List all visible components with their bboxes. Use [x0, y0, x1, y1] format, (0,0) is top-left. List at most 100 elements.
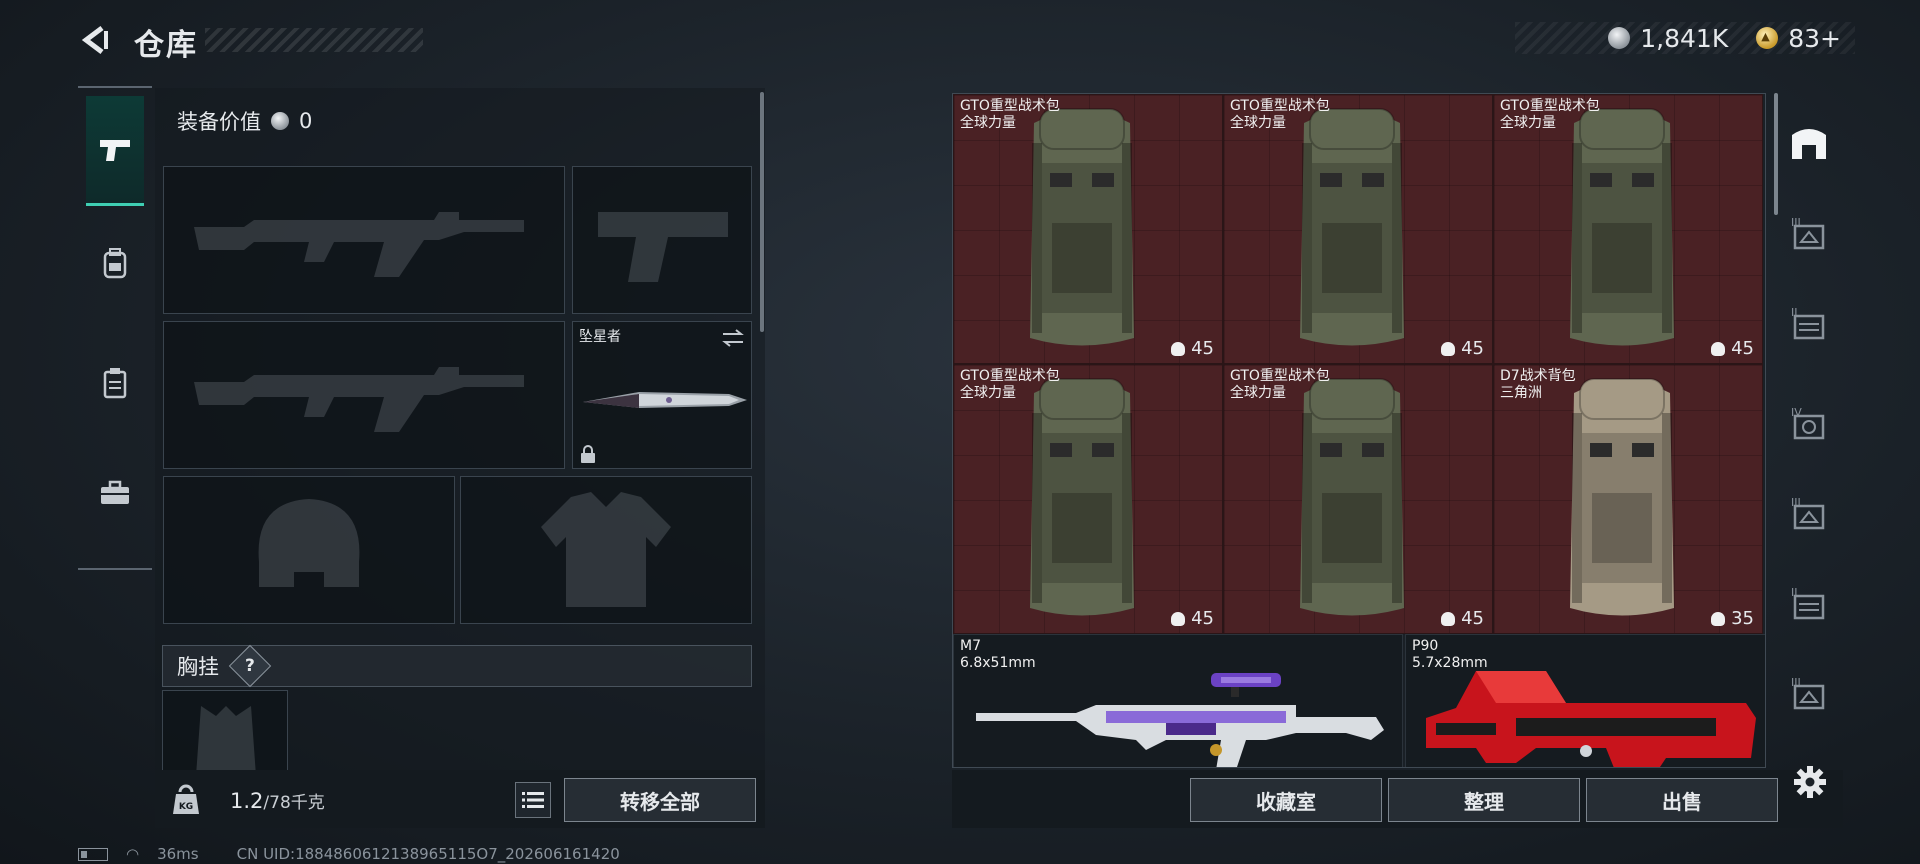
melee-name: 坠星者 [579, 329, 621, 345]
equipment-value-amount: 0 [299, 109, 313, 133]
warehouse-tab-2[interactable]: II [1775, 283, 1843, 361]
lock-icon [581, 445, 595, 463]
inventory-item-backpack[interactable]: GTO重型战术包 全球力量 45 [1223, 364, 1493, 634]
settings-button[interactable] [1790, 762, 1830, 802]
inventory-item-gun[interactable]: P90 5.7x28mm [1405, 634, 1765, 767]
item-capacity: 45 [1441, 338, 1484, 359]
sell-button[interactable]: 出售 [1586, 778, 1778, 822]
chest-rig-silhouette-icon [196, 706, 256, 776]
item-subtitle: 全球力量 [1500, 115, 1556, 131]
tab-case[interactable] [86, 438, 144, 548]
weight-max: /78千克 [263, 793, 325, 813]
rifle-silhouette-icon [194, 367, 524, 432]
backpack-image [1030, 108, 1134, 346]
gold-currency-value[interactable]: 83+ [1788, 24, 1841, 53]
backpack-image [1570, 378, 1674, 616]
primary-weapon-slot-1[interactable] [163, 166, 565, 314]
wifi-icon: ◠ [126, 845, 140, 863]
loadout-scrollbar[interactable] [760, 92, 764, 332]
swap-icon[interactable] [721, 328, 745, 348]
item-capacity-value: 45 [1191, 608, 1214, 629]
battery-icon [78, 847, 108, 861]
secondary-weapon-slot[interactable] [572, 166, 752, 314]
svg-text:KG: KG [179, 802, 193, 812]
box-II-icon: II [1791, 306, 1825, 340]
chest-rig-label: 胸挂 [177, 655, 219, 679]
box-II-icon: II [1791, 586, 1825, 620]
item-capacity: 45 [1171, 338, 1214, 359]
item-capacity-value: 45 [1731, 338, 1754, 359]
box-III-icon: III [1791, 676, 1825, 710]
item-capacity: 45 [1441, 608, 1484, 629]
user-uid: CN UID:1884860612138965115O7_20260616142… [236, 845, 620, 863]
primary-weapon-slot-2[interactable] [163, 321, 565, 469]
melee-slot[interactable]: 坠星者 [572, 321, 752, 469]
briefcase-icon [101, 480, 129, 504]
item-capacity: 45 [1171, 608, 1214, 629]
armor-silhouette-icon [541, 492, 671, 607]
capacity-icon [1171, 611, 1186, 626]
capacity-icon [1711, 341, 1726, 356]
item-name: P90 [1412, 638, 1439, 654]
item-capacity-value: 35 [1731, 608, 1754, 629]
warehouse-tabs: III II IV III II III [1775, 93, 1843, 763]
list-icon [522, 792, 544, 808]
warehouse-tab-3[interactable]: III [1775, 193, 1843, 271]
warehouse-tab-2b[interactable]: II [1775, 563, 1843, 641]
inventory-item-backpack[interactable]: GTO重型战术包 全球力量 45 [1223, 94, 1493, 364]
collection-room-button[interactable]: 收藏室 [1190, 778, 1382, 822]
warehouse-tab-3b[interactable]: III [1775, 473, 1843, 551]
item-subtitle: 全球力量 [960, 115, 1016, 131]
armor-slot[interactable] [460, 476, 752, 624]
item-name: M7 [960, 638, 981, 654]
gear-icon [1794, 766, 1826, 798]
box-III-icon: III [1791, 216, 1825, 250]
item-capacity-value: 45 [1461, 338, 1484, 359]
item-subtitle: 三角洲 [1500, 385, 1542, 401]
warehouse-tab-4[interactable]: IV [1775, 383, 1843, 461]
silver-currency-value: 1,841K [1640, 23, 1729, 53]
gold-coin-icon [1756, 27, 1779, 49]
backpack-image [1570, 108, 1674, 346]
inventory-item-backpack[interactable]: D7战术背包 三角洲 35 [1493, 364, 1763, 634]
pistol-silhouette-icon [598, 212, 728, 282]
item-capacity-value: 45 [1461, 608, 1484, 629]
organize-button[interactable]: 整理 [1388, 778, 1580, 822]
chest-rig-header: 胸挂 ? [162, 644, 752, 688]
helmet-silhouette-icon [258, 499, 360, 587]
warehouse-tab-main[interactable] [1775, 103, 1843, 181]
item-capacity-value: 45 [1191, 338, 1214, 359]
inventory-item-backpack[interactable]: GTO重型战术包 全球力量 45 [953, 94, 1223, 364]
capacity-icon [1441, 611, 1456, 626]
back-button[interactable] [78, 22, 112, 58]
transfer-all-button[interactable]: 转移全部 [564, 778, 756, 822]
tab-weapons[interactable] [86, 96, 144, 206]
tab-chest-rig[interactable] [86, 328, 144, 438]
helmet-slot[interactable] [163, 476, 455, 624]
equipment-value-label: 装备价值 [177, 110, 261, 134]
silver-coin-icon [271, 112, 289, 130]
item-capacity: 35 [1711, 608, 1754, 629]
item-subtitle: 全球力量 [960, 385, 1016, 401]
list-view-button[interactable] [515, 782, 551, 818]
tab-backpack[interactable] [86, 208, 144, 318]
backpack-image [1300, 378, 1404, 616]
inventory-item-backpack[interactable]: GTO重型战术包 全球力量 45 [1493, 94, 1763, 364]
backpack-icon [103, 248, 127, 279]
item-name: GTO重型战术包 [1230, 98, 1330, 114]
weight-readout: 1.2/78千克 [230, 788, 325, 813]
item-name: GTO重型战术包 [960, 98, 1060, 114]
p90-smg-image [1426, 671, 1756, 767]
inventory-item-backpack[interactable]: GTO重型战术包 全球力量 45 [953, 364, 1223, 634]
loadout-category-nav [78, 86, 152, 570]
help-button[interactable]: ? [228, 644, 272, 688]
weight-current: 1.2 [230, 789, 264, 813]
ping-value: 36ms [157, 845, 199, 863]
rifle-silhouette-icon [194, 212, 524, 277]
item-name: D7战术背包 [1500, 368, 1576, 384]
page-title: 仓库 [134, 28, 198, 63]
inventory-item-gun[interactable]: M7 6.8x51mm [953, 634, 1403, 767]
building-icon [1792, 129, 1826, 159]
item-subtitle: 全球力量 [1230, 385, 1286, 401]
warehouse-tab-3c[interactable]: III [1775, 653, 1843, 731]
